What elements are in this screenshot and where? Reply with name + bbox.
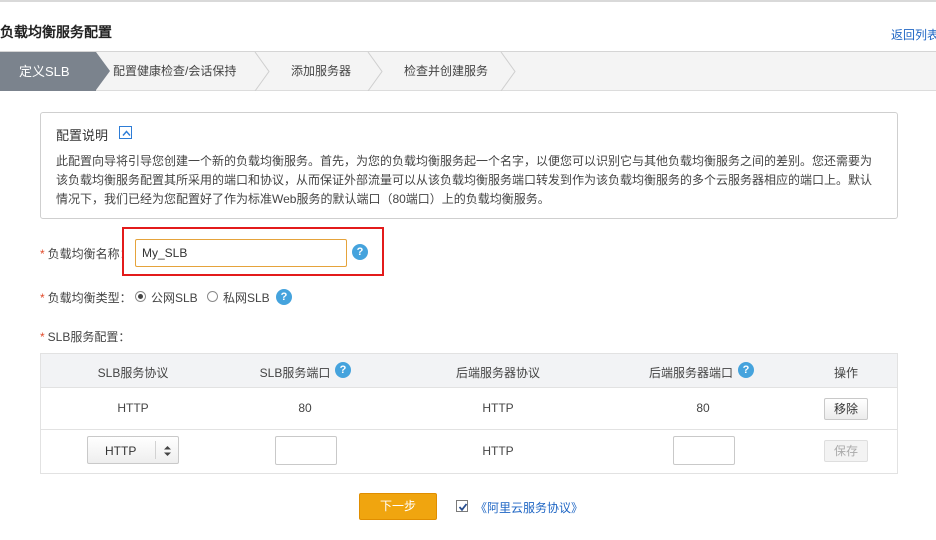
header-backend-protocol: 后端服务器协议 — [455, 366, 541, 380]
name-help-icon[interactable]: ? — [352, 244, 368, 260]
row-backend-protocol: HTTP — [482, 401, 514, 415]
save-button[interactable]: 保存 — [824, 440, 868, 462]
step-health-check[interactable]: 配置健康检查/会话保持 — [113, 52, 236, 91]
description-text: 此配置向导将引导您创建一个新的负载均衡服务。首先，为您的负载均衡服务起一个名字，… — [56, 152, 886, 209]
description-line: 此配置向导将引导您创建一个新的负载均衡服务。首先，为您的负载均衡服务起一个名字，… — [56, 154, 873, 168]
backend-port-input[interactable] — [673, 436, 735, 465]
slb-port-input[interactable] — [275, 436, 337, 465]
config-description-panel: 配置说明 此配置向导将引导您创建一个新的负载均衡服务。首先，为您的负载均衡服务起… — [40, 112, 898, 219]
backend-port-help-icon[interactable]: ? — [738, 362, 754, 378]
row-slb-port: 80 — [298, 401, 312, 415]
slb-config-label: * SLB服务配置： — [40, 330, 131, 344]
description-title: 配置说明 — [56, 128, 109, 143]
header-slb-port: SLB服务端口 — [259, 366, 331, 380]
page-title: 负载均衡服务配置 — [0, 24, 112, 40]
protocol-select-value: HTTP — [105, 444, 137, 458]
step-add-servers[interactable]: 添加服务器 — [291, 52, 351, 91]
wizard-steps: 定义SLB 配置健康检查/会话保持 添加服务器 检查并创建服务 — [0, 52, 936, 91]
required-mark: * — [40, 291, 45, 305]
header-slb-protocol: SLB服务协议 — [97, 366, 169, 380]
row-divider — [41, 429, 897, 430]
header-actions: 操作 — [833, 366, 859, 380]
top-border — [0, 0, 936, 2]
type-help-icon[interactable]: ? — [276, 289, 292, 305]
required-mark: * — [40, 247, 45, 261]
step-chevron-icon — [253, 52, 271, 91]
port-help-icon[interactable]: ? — [335, 362, 351, 378]
private-slb-label[interactable]: 私网SLB — [223, 289, 270, 306]
row-backend-port: 80 — [696, 401, 710, 415]
private-slb-radio[interactable] — [207, 291, 218, 302]
step-define-slb[interactable]: 定义SLB — [0, 52, 110, 91]
step-chevron-icon — [499, 52, 517, 91]
public-slb-radio[interactable] — [135, 291, 146, 302]
header-backend-port: 后端服务器端口 — [648, 366, 734, 380]
step-chevron-icon — [366, 52, 384, 91]
agree-checkbox[interactable] — [456, 500, 468, 512]
slb-name-input[interactable] — [135, 239, 347, 267]
required-mark: * — [40, 330, 45, 344]
updown-arrows-icon — [163, 445, 172, 460]
remove-button[interactable]: 移除 — [824, 398, 868, 420]
collapse-icon[interactable] — [119, 126, 132, 139]
slb-name-label: * 负载均衡名称： — [40, 247, 132, 261]
service-agreement-link[interactable]: 《阿里云服务协议》 — [475, 499, 583, 516]
step-review-create[interactable]: 检查并创建服务 — [404, 52, 488, 91]
back-to-list-link[interactable]: 返回列表 — [891, 26, 936, 43]
row-slb-protocol: HTTP — [117, 401, 149, 415]
new-backend-protocol: HTTP — [482, 444, 514, 458]
description-line: 情况下，我们已经为您配置好了作为标准Web服务的默认端口（80端口）上的负载均衡… — [56, 192, 550, 206]
slb-protocol-select[interactable]: HTTP — [87, 436, 179, 464]
slb-type-label: * 负载均衡类型： — [40, 291, 132, 305]
next-step-button[interactable]: 下一步 — [359, 493, 437, 520]
public-slb-label[interactable]: 公网SLB — [151, 289, 198, 306]
select-separator — [155, 441, 156, 459]
description-line: 该负载均衡服务配置其所采用的端口和协议，从而保证外部流量可以从该负载均衡服务端口… — [56, 173, 873, 187]
